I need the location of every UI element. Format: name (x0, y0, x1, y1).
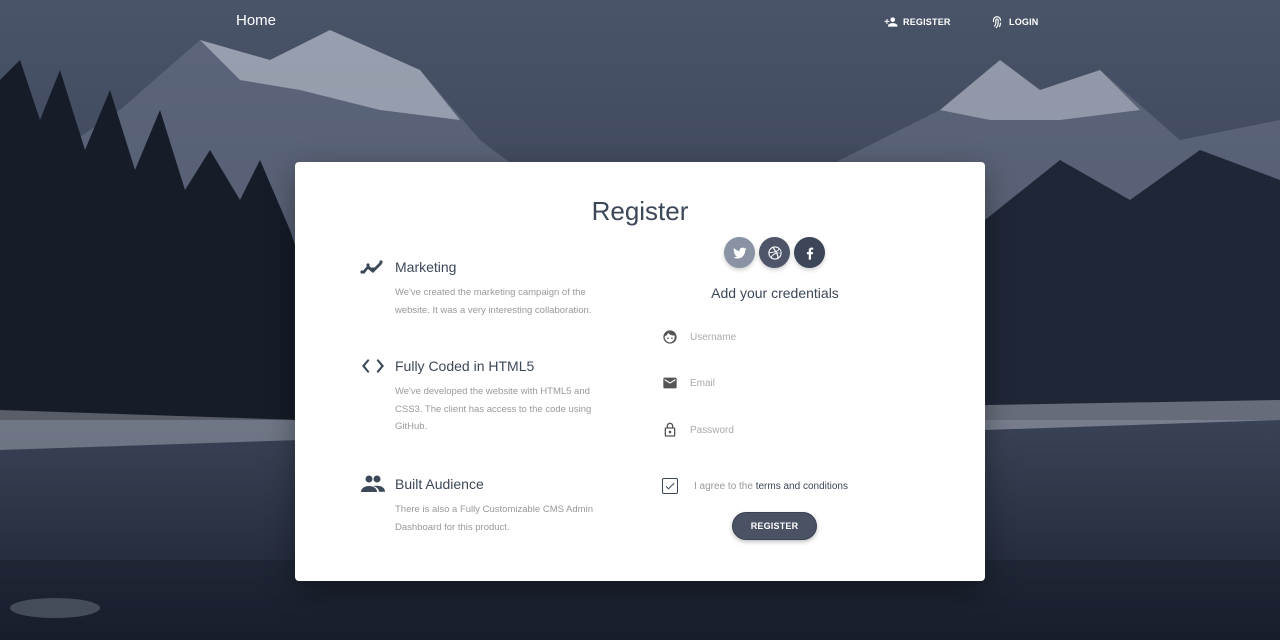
email-input[interactable] (690, 373, 885, 393)
twitter-button[interactable] (724, 237, 755, 268)
navbar: Home REGISTER LOGIN (0, 0, 1280, 44)
info-title: Fully Coded in HTML5 (395, 358, 535, 374)
fingerprint-icon (992, 16, 1002, 29)
dribbble-icon (767, 245, 782, 260)
home-link[interactable]: Home (236, 12, 276, 29)
register-submit-button[interactable]: REGISTER (732, 512, 817, 540)
nav-register-link[interactable]: REGISTER (884, 14, 951, 30)
username-input[interactable] (690, 327, 885, 347)
password-input[interactable] (690, 420, 885, 440)
terms-row: I agree to the terms and conditions (662, 477, 848, 495)
username-field-group (660, 325, 890, 349)
code-icon (360, 355, 386, 377)
info-description: There is also a Fully Customizable CMS A… (395, 504, 593, 533)
credentials-label: Add your credentials (711, 285, 839, 301)
dribbble-button[interactable] (759, 237, 790, 268)
face-icon (662, 329, 678, 345)
info-title: Built Audience (395, 476, 484, 492)
lock-icon (662, 422, 678, 438)
terms-prefix: I agree to the (694, 480, 756, 492)
info-title: Marketing (395, 259, 457, 275)
email-field-group (660, 371, 890, 395)
terms-text: I agree to the terms and conditions (694, 481, 848, 492)
password-field-group (660, 418, 890, 442)
nav-register-label: REGISTER (903, 17, 951, 27)
nav-login-label: LOGIN (1009, 17, 1039, 27)
info-description: We've developed the website with HTML5 a… (395, 386, 592, 432)
facebook-button[interactable] (794, 237, 825, 268)
check-icon (665, 482, 675, 490)
email-icon (662, 375, 678, 391)
timeline-icon (360, 256, 386, 278)
facebook-icon (806, 247, 813, 260)
twitter-icon (732, 247, 747, 259)
nav-login-link[interactable]: LOGIN (990, 14, 1039, 30)
terms-link[interactable]: terms and conditions (756, 481, 848, 492)
terms-checkbox[interactable] (662, 478, 678, 494)
person-add-icon (884, 17, 898, 27)
info-description: We've created the marketing campaign of … (395, 287, 592, 316)
group-icon (360, 473, 386, 495)
card-title: Register (591, 196, 689, 226)
